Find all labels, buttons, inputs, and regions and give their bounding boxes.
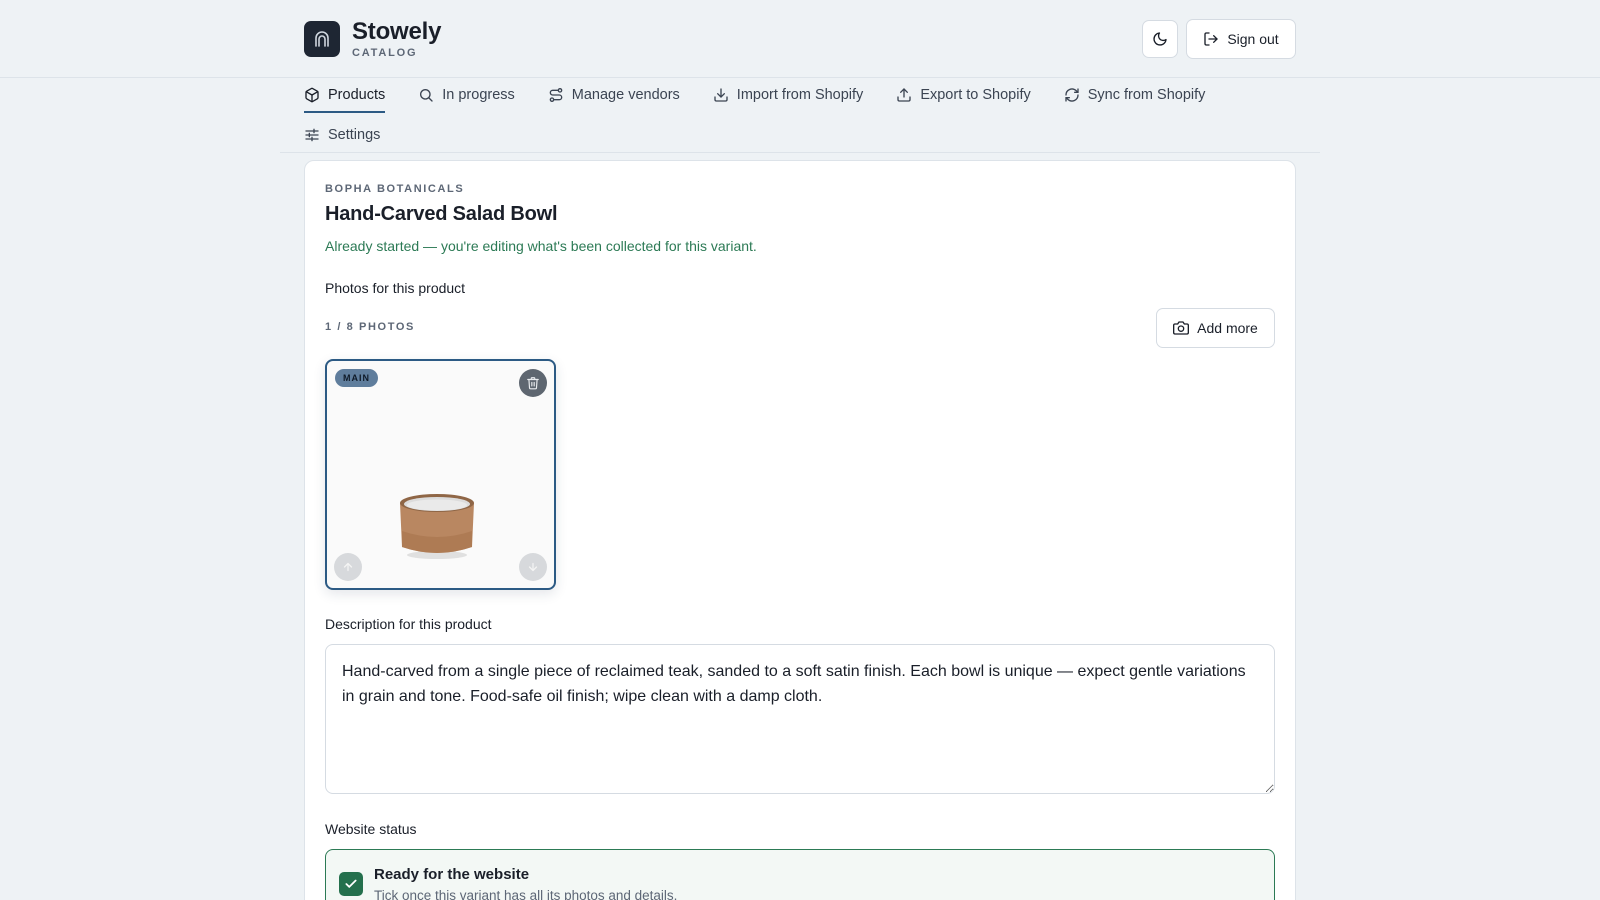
tab-in-progress[interactable]: In progress bbox=[418, 78, 515, 112]
product-card: BOPHA BOTANICALS Hand-Carved Salad Bowl … bbox=[304, 160, 1296, 900]
photo-count: 1 / 8 PHOTOS bbox=[325, 321, 415, 333]
move-photo-down-button[interactable] bbox=[519, 553, 547, 581]
trash-icon bbox=[527, 377, 539, 390]
route-icon bbox=[549, 88, 563, 102]
tab-label: In progress bbox=[442, 87, 515, 103]
nav-row: Settings bbox=[304, 118, 413, 152]
arrow-down-icon bbox=[528, 562, 538, 572]
delete-photo-button[interactable] bbox=[519, 369, 547, 397]
move-photo-up-button[interactable] bbox=[334, 553, 362, 581]
tab-manage-vendors[interactable]: Manage vendors bbox=[548, 78, 680, 112]
sign-out-button[interactable]: Sign out bbox=[1186, 19, 1296, 59]
photos-label: Photos for this product bbox=[325, 280, 466, 296]
download-icon bbox=[714, 88, 728, 102]
brand-text: Stowely CATALOG bbox=[352, 18, 441, 59]
photo-thumbnail[interactable]: MAIN bbox=[325, 359, 556, 590]
status-subtitle: Tick once this variant has all its photo… bbox=[374, 888, 678, 900]
tab-products[interactable]: Products bbox=[304, 78, 386, 113]
refresh-icon bbox=[1065, 88, 1079, 102]
add-more-photos-button[interactable]: Add more bbox=[1156, 308, 1275, 348]
archway-icon bbox=[304, 20, 340, 57]
website-status-option[interactable]: Ready for the website Tick once this var… bbox=[325, 849, 1275, 900]
camera-icon bbox=[1173, 321, 1190, 335]
upload-icon bbox=[897, 88, 911, 102]
check-icon bbox=[345, 879, 357, 888]
tab-settings[interactable]: Settings bbox=[304, 118, 380, 152]
ready-checkbox[interactable] bbox=[339, 872, 363, 896]
theme-toggle-button[interactable] bbox=[1142, 20, 1178, 58]
sliders-icon bbox=[305, 128, 319, 142]
app-subtitle: CATALOG bbox=[352, 47, 418, 59]
tab-import-from-shopify[interactable]: Import from Shopify bbox=[713, 78, 864, 112]
brand[interactable]: Stowely CATALOG bbox=[304, 18, 441, 59]
tab-label: Import from Shopify bbox=[736, 87, 864, 103]
tab-export-to-shopify[interactable]: Export to Shopify bbox=[896, 78, 1031, 112]
vendor-name: BOPHA BOTANICALS bbox=[325, 183, 465, 195]
product-title: Hand-Carved Salad Bowl bbox=[325, 203, 558, 225]
moon-icon bbox=[1153, 32, 1167, 46]
description-textarea[interactable]: Hand-carved from a single piece of recla… bbox=[325, 644, 1275, 794]
sign-out-icon bbox=[1204, 32, 1218, 46]
sign-out-label: Sign out bbox=[1227, 31, 1279, 47]
tab-label: Settings bbox=[328, 127, 381, 143]
main-photo-badge: MAIN bbox=[335, 369, 378, 387]
tab-label: Export to Shopify bbox=[920, 87, 1031, 103]
main-nav: Products In progress Manage vendors Impo… bbox=[280, 78, 1320, 153]
top-bar: Stowely CATALOG Sign out bbox=[0, 0, 1600, 78]
box-icon bbox=[305, 87, 319, 103]
nav-row: Products In progress Manage vendors Impo… bbox=[304, 78, 1238, 113]
description-label: Description for this product bbox=[325, 616, 492, 632]
tab-label: Products bbox=[328, 87, 386, 103]
arrow-up-icon bbox=[343, 562, 353, 572]
product-photo bbox=[397, 491, 477, 561]
status-title: Ready for the website bbox=[374, 866, 530, 883]
app-name: Stowely bbox=[352, 18, 442, 45]
search-icon bbox=[420, 89, 433, 102]
website-status-label: Website status bbox=[325, 821, 417, 837]
tab-label: Sync from Shopify bbox=[1087, 87, 1206, 103]
add-more-label: Add more bbox=[1197, 320, 1258, 336]
tab-sync-from-shopify[interactable]: Sync from Shopify bbox=[1064, 78, 1206, 112]
tab-label: Manage vendors bbox=[571, 87, 680, 103]
editing-notice: Already started — you're editing what's … bbox=[325, 238, 757, 254]
